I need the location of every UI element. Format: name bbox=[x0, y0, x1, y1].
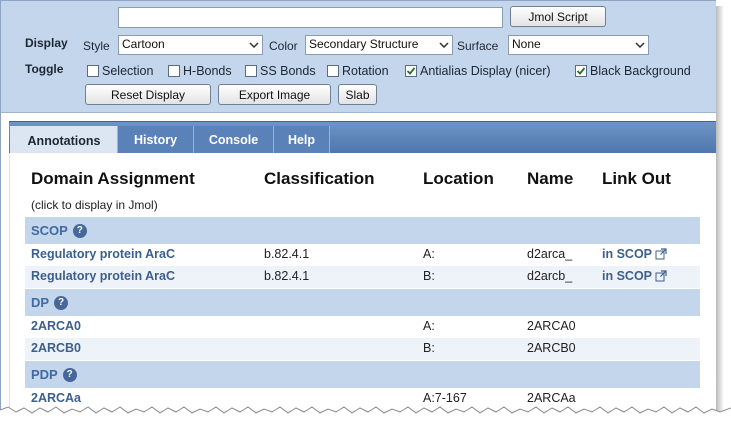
name-cell: 2ARCA0 bbox=[527, 319, 576, 333]
section-title: SCOP bbox=[31, 223, 68, 238]
link-label: in SCOP bbox=[602, 247, 653, 261]
domain-link[interactable]: 2ARCA0 bbox=[31, 319, 81, 333]
toggle-rotation-label: Rotation bbox=[342, 64, 389, 78]
name-cell: 2ARCB0 bbox=[527, 341, 576, 355]
location-cell: B: bbox=[423, 341, 435, 355]
external-link-icon bbox=[655, 270, 667, 282]
domain-link[interactable]: Regulatory protein AraC bbox=[31, 269, 175, 283]
selection-checkbox[interactable] bbox=[87, 65, 99, 77]
black-background-checkbox[interactable] bbox=[575, 65, 587, 77]
location-header: Location bbox=[423, 169, 494, 188]
display-label: Display bbox=[25, 36, 68, 50]
location-cell: A: bbox=[423, 247, 435, 261]
domain-link[interactable]: 2ARCAa bbox=[31, 391, 81, 405]
color-select[interactable]: Secondary Structure bbox=[305, 35, 453, 55]
tab-annotations[interactable]: Annotations bbox=[10, 126, 117, 155]
style-select[interactable]: Cartoon bbox=[118, 35, 263, 55]
table-row: 2ARCA0 A: 2ARCA0 bbox=[25, 316, 700, 338]
ss-bonds-checkbox[interactable] bbox=[245, 65, 257, 77]
scop-link[interactable]: in SCOP bbox=[602, 247, 667, 261]
location-cell: A:7-167 bbox=[423, 391, 467, 405]
classification-header: Classification bbox=[264, 169, 375, 188]
toggle-label: Toggle bbox=[25, 62, 64, 76]
checkmark-icon bbox=[576, 67, 586, 75]
tab-bar: Annotations History Console Help bbox=[9, 121, 716, 155]
surface-select[interactable]: None bbox=[508, 35, 649, 55]
tab-help[interactable]: Help bbox=[273, 126, 330, 154]
section-title: PDP bbox=[31, 367, 58, 382]
toggle-rotation[interactable]: Rotation bbox=[327, 63, 389, 79]
tab-history[interactable]: History bbox=[117, 126, 193, 154]
rotation-checkbox[interactable] bbox=[327, 65, 339, 77]
help-icon[interactable]: ? bbox=[62, 367, 77, 382]
toggle-black-background[interactable]: Black Background bbox=[575, 63, 691, 79]
torn-edge bbox=[0, 406, 731, 431]
toggle-ss-bonds[interactable]: SS Bonds bbox=[245, 63, 316, 79]
toggle-selection-label: Selection bbox=[102, 64, 154, 78]
toggle-h-bonds-label: H-Bonds bbox=[183, 64, 232, 78]
name-cell: d2arca_ bbox=[527, 247, 573, 261]
export-image-button[interactable]: Export Image bbox=[218, 84, 331, 105]
domain-link[interactable]: 2ARCB0 bbox=[31, 341, 81, 355]
checkmark-icon bbox=[406, 67, 416, 75]
toggle-antialias-label: Antialias Display (nicer) bbox=[420, 64, 551, 78]
toggle-selection[interactable]: Selection bbox=[87, 63, 153, 79]
classification-cell: b.82.4.1 bbox=[264, 247, 310, 261]
scop-link[interactable]: in SCOP bbox=[602, 269, 667, 283]
jmol-script-input[interactable] bbox=[118, 7, 503, 28]
chevron-down-icon bbox=[632, 36, 648, 54]
link-out-header: Link Out bbox=[602, 169, 671, 188]
reset-display-button[interactable]: Reset Display bbox=[85, 84, 211, 105]
toggle-black-background-label: Black Background bbox=[590, 64, 691, 78]
toggle-antialias[interactable]: Antialias Display (nicer) bbox=[405, 63, 551, 79]
style-select-value: Cartoon bbox=[122, 37, 165, 51]
toggle-h-bonds[interactable]: H-Bonds bbox=[168, 63, 232, 79]
h-bonds-checkbox[interactable] bbox=[168, 65, 180, 77]
style-label: Style bbox=[83, 39, 110, 53]
section-header-pdp: PDP ? bbox=[25, 361, 700, 388]
external-link-icon bbox=[655, 248, 667, 260]
classification-cell: b.82.4.1 bbox=[264, 269, 310, 283]
toggle-ss-bonds-label: SS Bonds bbox=[260, 64, 316, 78]
section-header-dp: DP ? bbox=[25, 289, 700, 316]
help-icon[interactable]: ? bbox=[54, 295, 69, 310]
jmol-viewer-window: Jmol Script Display Toggle Style Cartoon… bbox=[0, 0, 716, 418]
name-header: Name bbox=[527, 169, 574, 188]
table-row: Regulatory protein AraC b.82.4.1 A: d2ar… bbox=[25, 244, 700, 266]
slab-button[interactable]: Slab bbox=[338, 84, 377, 105]
color-select-value: Secondary Structure bbox=[309, 37, 419, 51]
chevron-down-icon bbox=[436, 36, 452, 54]
section-title: DP bbox=[31, 295, 50, 310]
surface-select-value: None bbox=[512, 37, 541, 51]
location-cell: A: bbox=[423, 319, 435, 333]
table-row: Regulatory protein AraC b.82.4.1 B: d2ar… bbox=[25, 266, 700, 288]
tab-console[interactable]: Console bbox=[193, 126, 273, 154]
color-label: Color bbox=[269, 39, 298, 53]
name-cell: d2arcb_ bbox=[527, 269, 573, 283]
jmol-script-button[interactable]: Jmol Script bbox=[510, 6, 606, 27]
jmol-display-note: (click to display in Jmol) bbox=[31, 198, 158, 212]
window-shadow bbox=[716, 6, 724, 422]
domain-link[interactable]: Regulatory protein AraC bbox=[31, 247, 175, 261]
section-header-scop: SCOP ? bbox=[25, 217, 700, 244]
antialias-checkbox[interactable] bbox=[405, 65, 417, 77]
chevron-down-icon bbox=[246, 36, 262, 54]
help-icon[interactable]: ? bbox=[72, 223, 87, 238]
domain-assignment-header: Domain Assignment bbox=[31, 169, 195, 188]
name-cell: 2ARCAa bbox=[527, 391, 576, 405]
link-label: in SCOP bbox=[602, 269, 653, 283]
table-row: 2ARCB0 B: 2ARCB0 bbox=[25, 338, 700, 360]
control-panel: Jmol Script Display Toggle Style Cartoon… bbox=[1, 1, 716, 113]
surface-label: Surface bbox=[457, 39, 499, 53]
location-cell: B: bbox=[423, 269, 435, 283]
